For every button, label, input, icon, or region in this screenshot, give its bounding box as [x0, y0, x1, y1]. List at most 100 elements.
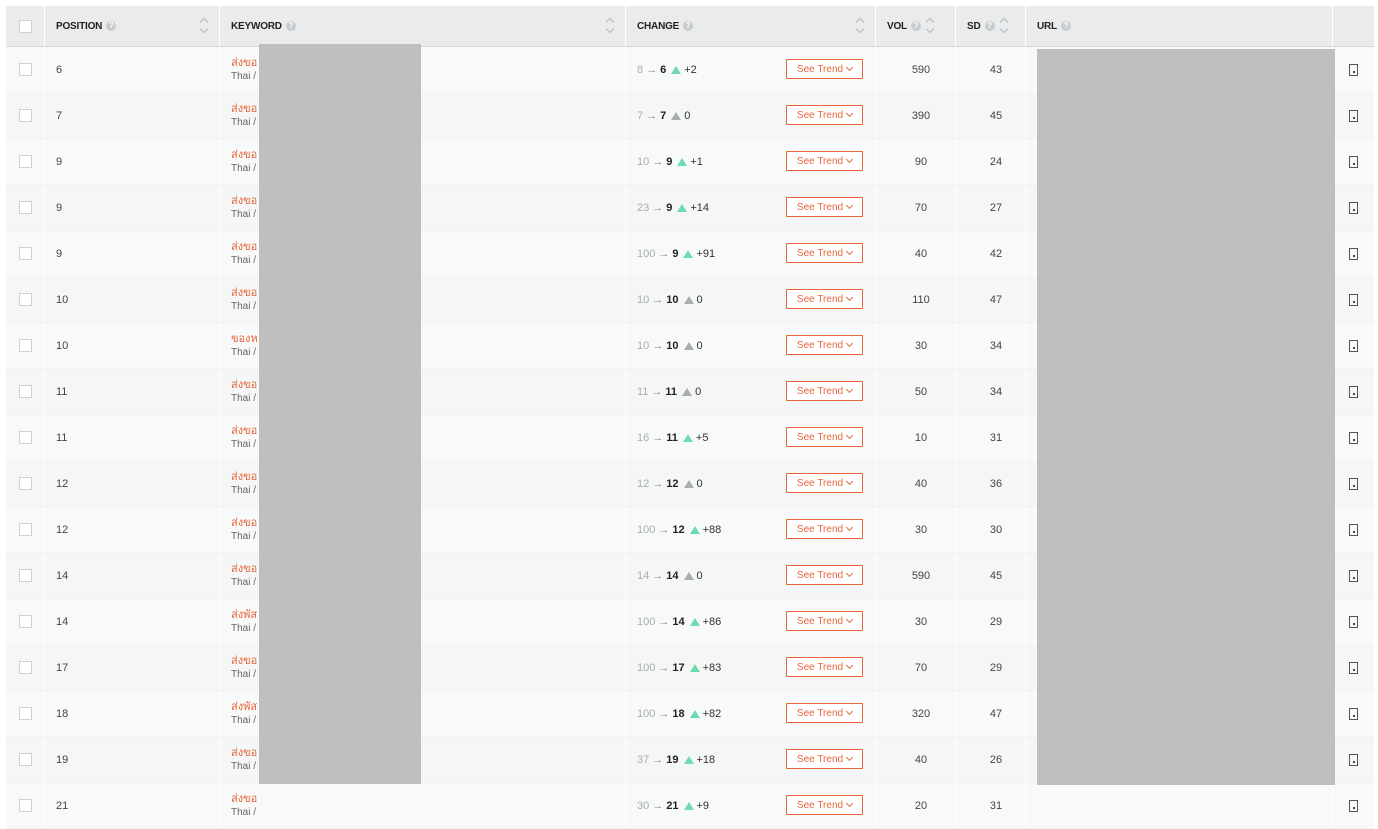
- document-icon[interactable]: [1349, 247, 1358, 260]
- row-checkbox[interactable]: [18, 293, 32, 306]
- see-trend-button[interactable]: See Trend: [786, 565, 863, 585]
- see-trend-button[interactable]: See Trend: [786, 657, 863, 677]
- keyword-link[interactable]: ส่งขอ: [231, 792, 257, 806]
- sort-icon[interactable]: [925, 16, 935, 36]
- see-trend-button[interactable]: See Trend: [786, 473, 863, 493]
- previous-position: 10: [637, 293, 650, 306]
- position-value: 10: [56, 293, 69, 306]
- sd-value: 45: [989, 109, 1003, 122]
- keyword-link[interactable]: ส่งขอ: [231, 102, 257, 116]
- keyword-link[interactable]: ส่งขอ: [231, 378, 257, 392]
- position-value: 19: [56, 753, 69, 766]
- see-trend-button[interactable]: See Trend: [786, 381, 863, 401]
- header-sd[interactable]: SD ?: [956, 6, 1026, 46]
- see-trend-button[interactable]: See Trend: [786, 59, 863, 79]
- row-checkbox[interactable]: [18, 615, 32, 628]
- help-icon[interactable]: ?: [683, 21, 694, 31]
- select-all-checkbox[interactable]: [18, 19, 32, 33]
- document-icon[interactable]: [1349, 523, 1358, 536]
- vol-value: 30: [914, 615, 928, 628]
- document-icon[interactable]: [1349, 477, 1358, 490]
- see-trend-button[interactable]: See Trend: [786, 703, 863, 723]
- sd-value: 43: [989, 63, 1003, 76]
- see-trend-button[interactable]: See Trend: [786, 611, 863, 631]
- sort-icon[interactable]: [199, 16, 209, 36]
- see-trend-button[interactable]: See Trend: [786, 289, 863, 309]
- document-icon[interactable]: [1349, 109, 1358, 122]
- document-icon[interactable]: [1349, 753, 1358, 766]
- row-select-cell: [6, 185, 45, 230]
- see-trend-button[interactable]: See Trend: [786, 795, 863, 815]
- see-trend-button[interactable]: See Trend: [786, 427, 863, 447]
- keyword-link[interactable]: ส่งขอ: [231, 746, 257, 760]
- help-icon[interactable]: ?: [285, 21, 296, 31]
- help-icon[interactable]: ?: [910, 21, 921, 31]
- keyword-link[interactable]: ส่งขอ: [231, 286, 257, 300]
- row-checkbox[interactable]: [18, 63, 32, 76]
- see-trend-button[interactable]: See Trend: [786, 105, 863, 125]
- keyword-link[interactable]: ส่งขอ: [231, 516, 257, 530]
- keyword-link[interactable]: ส่งขอ: [231, 654, 257, 668]
- sort-icon[interactable]: [999, 16, 1009, 36]
- header-position[interactable]: POSITION ?: [45, 6, 220, 46]
- keyword-link[interactable]: ส่งขอ: [231, 194, 257, 208]
- document-icon[interactable]: [1349, 339, 1358, 352]
- row-checkbox[interactable]: [18, 385, 32, 398]
- position-value: 11: [56, 385, 68, 398]
- sort-icon[interactable]: [605, 16, 615, 36]
- keyword-link[interactable]: ส่งขอ: [231, 148, 257, 162]
- keyword-link[interactable]: ส่งพัส: [231, 700, 257, 714]
- row-checkbox[interactable]: [18, 339, 32, 352]
- row-checkbox[interactable]: [18, 155, 32, 168]
- document-icon[interactable]: [1349, 569, 1358, 582]
- help-icon[interactable]: ?: [984, 21, 995, 31]
- row-checkbox[interactable]: [18, 707, 32, 720]
- document-icon[interactable]: [1349, 293, 1358, 306]
- see-trend-button[interactable]: See Trend: [786, 519, 863, 539]
- row-checkbox[interactable]: [18, 661, 32, 674]
- header-change[interactable]: CHANGE ?: [626, 6, 876, 46]
- table-row: 21 ส่งขอ Thai / 30 → 21 +9 20 31 See Tre…: [6, 783, 1375, 829]
- document-icon[interactable]: [1349, 431, 1358, 444]
- document-icon[interactable]: [1349, 707, 1358, 720]
- sd-value: 29: [989, 615, 1003, 628]
- row-checkbox[interactable]: [18, 799, 32, 812]
- document-icon[interactable]: [1349, 63, 1358, 76]
- row-checkbox[interactable]: [18, 753, 32, 766]
- document-icon[interactable]: [1349, 201, 1358, 214]
- help-icon[interactable]: ?: [106, 21, 117, 31]
- see-trend-button[interactable]: See Trend: [786, 749, 863, 769]
- keyword-link[interactable]: ส่งขอ: [231, 56, 257, 70]
- document-icon[interactable]: [1349, 385, 1358, 398]
- keyword-link[interactable]: ของห: [231, 332, 258, 346]
- document-icon[interactable]: [1349, 661, 1358, 674]
- keyword-link[interactable]: ส่งพัส: [231, 608, 257, 622]
- row-checkbox[interactable]: [18, 431, 32, 444]
- row-checkbox[interactable]: [18, 477, 32, 490]
- row-checkbox[interactable]: [18, 523, 32, 536]
- position-value: 9: [56, 247, 63, 260]
- see-trend-button[interactable]: See Trend: [786, 335, 863, 355]
- rank-up-triangle-icon: [683, 755, 694, 764]
- keyword-link[interactable]: ส่งขอ: [231, 470, 257, 484]
- row-checkbox[interactable]: [18, 201, 32, 214]
- vol-cell: 110: [876, 277, 956, 322]
- help-icon[interactable]: ?: [1060, 21, 1071, 31]
- sort-icon[interactable]: [855, 16, 865, 36]
- position-cell: 9: [45, 185, 220, 230]
- row-checkbox[interactable]: [18, 569, 32, 582]
- document-icon[interactable]: [1349, 799, 1358, 812]
- document-icon[interactable]: [1349, 155, 1358, 168]
- keyword-link[interactable]: ส่งขอ: [231, 240, 257, 254]
- header-keyword[interactable]: KEYWORD ?: [220, 6, 626, 46]
- row-checkbox[interactable]: [18, 109, 32, 122]
- actions-cell: [1333, 231, 1375, 276]
- header-vol[interactable]: VOL ?: [876, 6, 956, 46]
- document-icon[interactable]: [1349, 615, 1358, 628]
- row-checkbox[interactable]: [18, 247, 32, 260]
- keyword-link[interactable]: ส่งขอ: [231, 562, 257, 576]
- see-trend-button[interactable]: See Trend: [786, 197, 863, 217]
- keyword-link[interactable]: ส่งขอ: [231, 424, 257, 438]
- see-trend-button[interactable]: See Trend: [786, 151, 863, 171]
- see-trend-button[interactable]: See Trend: [786, 243, 863, 263]
